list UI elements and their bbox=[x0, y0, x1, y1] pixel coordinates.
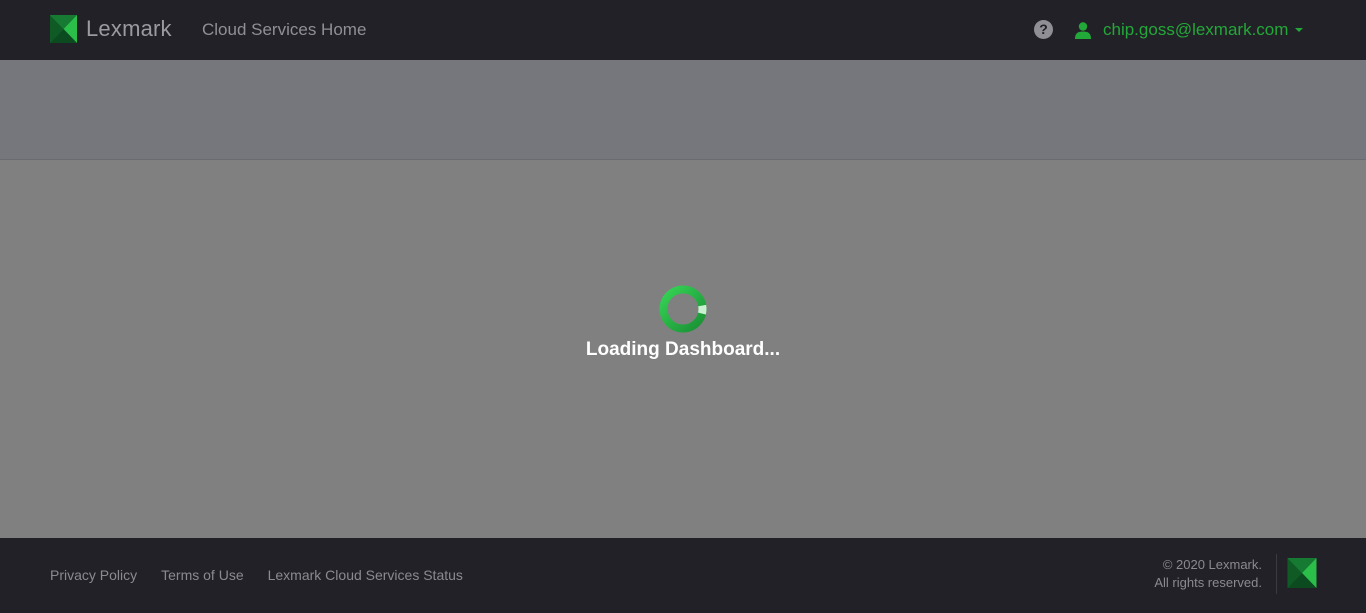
footer-divider bbox=[1276, 554, 1277, 594]
copyright-line-2: All rights reserved. bbox=[1154, 575, 1262, 590]
footer-links: Privacy Policy Terms of Use Lexmark Clou… bbox=[50, 566, 487, 584]
subheader-panel bbox=[0, 60, 1366, 160]
brand-name: Lexmark bbox=[86, 16, 172, 41]
copyright: © 2020 Lexmark. All rights reserved. bbox=[1154, 556, 1262, 592]
user-menu[interactable]: chip.goss@lexmark.com bbox=[1075, 18, 1304, 42]
spinner-icon bbox=[659, 285, 707, 333]
app-title[interactable]: Cloud Services Home bbox=[202, 19, 366, 41]
cloud-services-status-link[interactable]: Lexmark Cloud Services Status bbox=[268, 566, 463, 584]
lexmark-logo-icon bbox=[1287, 558, 1317, 588]
top-navigation-bar: Lexmark Cloud Services Home ? chip.goss@… bbox=[0, 0, 1366, 60]
privacy-policy-link[interactable]: Privacy Policy bbox=[50, 566, 137, 584]
help-icon[interactable]: ? bbox=[1034, 20, 1053, 39]
brand[interactable]: Lexmark bbox=[50, 15, 172, 43]
user-email: chip.goss@lexmark.com bbox=[1103, 20, 1289, 39]
loading-message: Loading Dashboard... bbox=[585, 339, 781, 360]
copyright-line-1: © 2020 Lexmark. bbox=[1162, 557, 1262, 572]
user-icon bbox=[1075, 21, 1091, 39]
footer: Privacy Policy Terms of Use Lexmark Clou… bbox=[0, 538, 1366, 613]
chevron-down-icon bbox=[1295, 28, 1304, 32]
lexmark-logo-icon bbox=[50, 15, 77, 43]
terms-of-use-link[interactable]: Terms of Use bbox=[161, 566, 243, 584]
